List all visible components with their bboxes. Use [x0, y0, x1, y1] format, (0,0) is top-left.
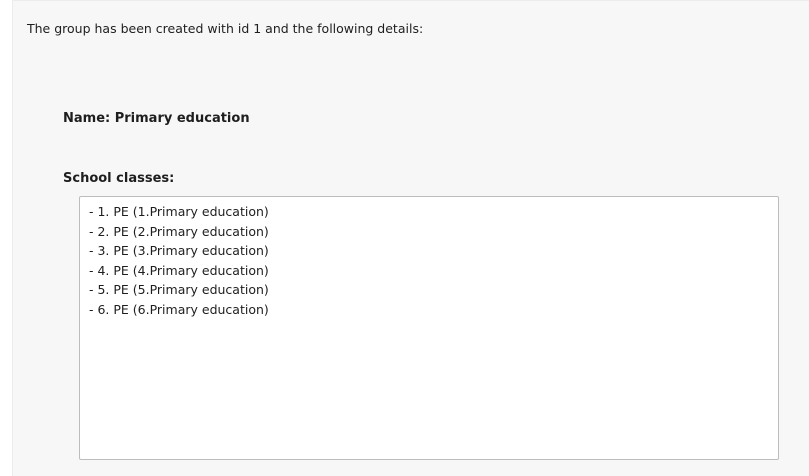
creation-message: The group has been created with id 1 and… [27, 21, 424, 36]
list-item[interactable]: - 6. PE (6.Primary education) [89, 300, 778, 320]
list-item[interactable]: - 4. PE (4.Primary education) [89, 261, 778, 281]
list-item[interactable]: - 2. PE (2.Primary education) [89, 222, 778, 242]
school-classes-list[interactable]: - 1. PE (1.Primary education) - 2. PE (2… [79, 196, 779, 460]
list-item[interactable]: - 1. PE (1.Primary education) [89, 202, 778, 222]
school-classes-label: School classes: [63, 171, 175, 186]
list-item[interactable]: - 5. PE (5.Primary education) [89, 280, 778, 300]
group-details-panel: The group has been created with id 1 and… [12, 0, 809, 476]
list-item[interactable]: - 3. PE (3.Primary education) [89, 241, 778, 261]
group-name: Name: Primary education [63, 111, 250, 126]
